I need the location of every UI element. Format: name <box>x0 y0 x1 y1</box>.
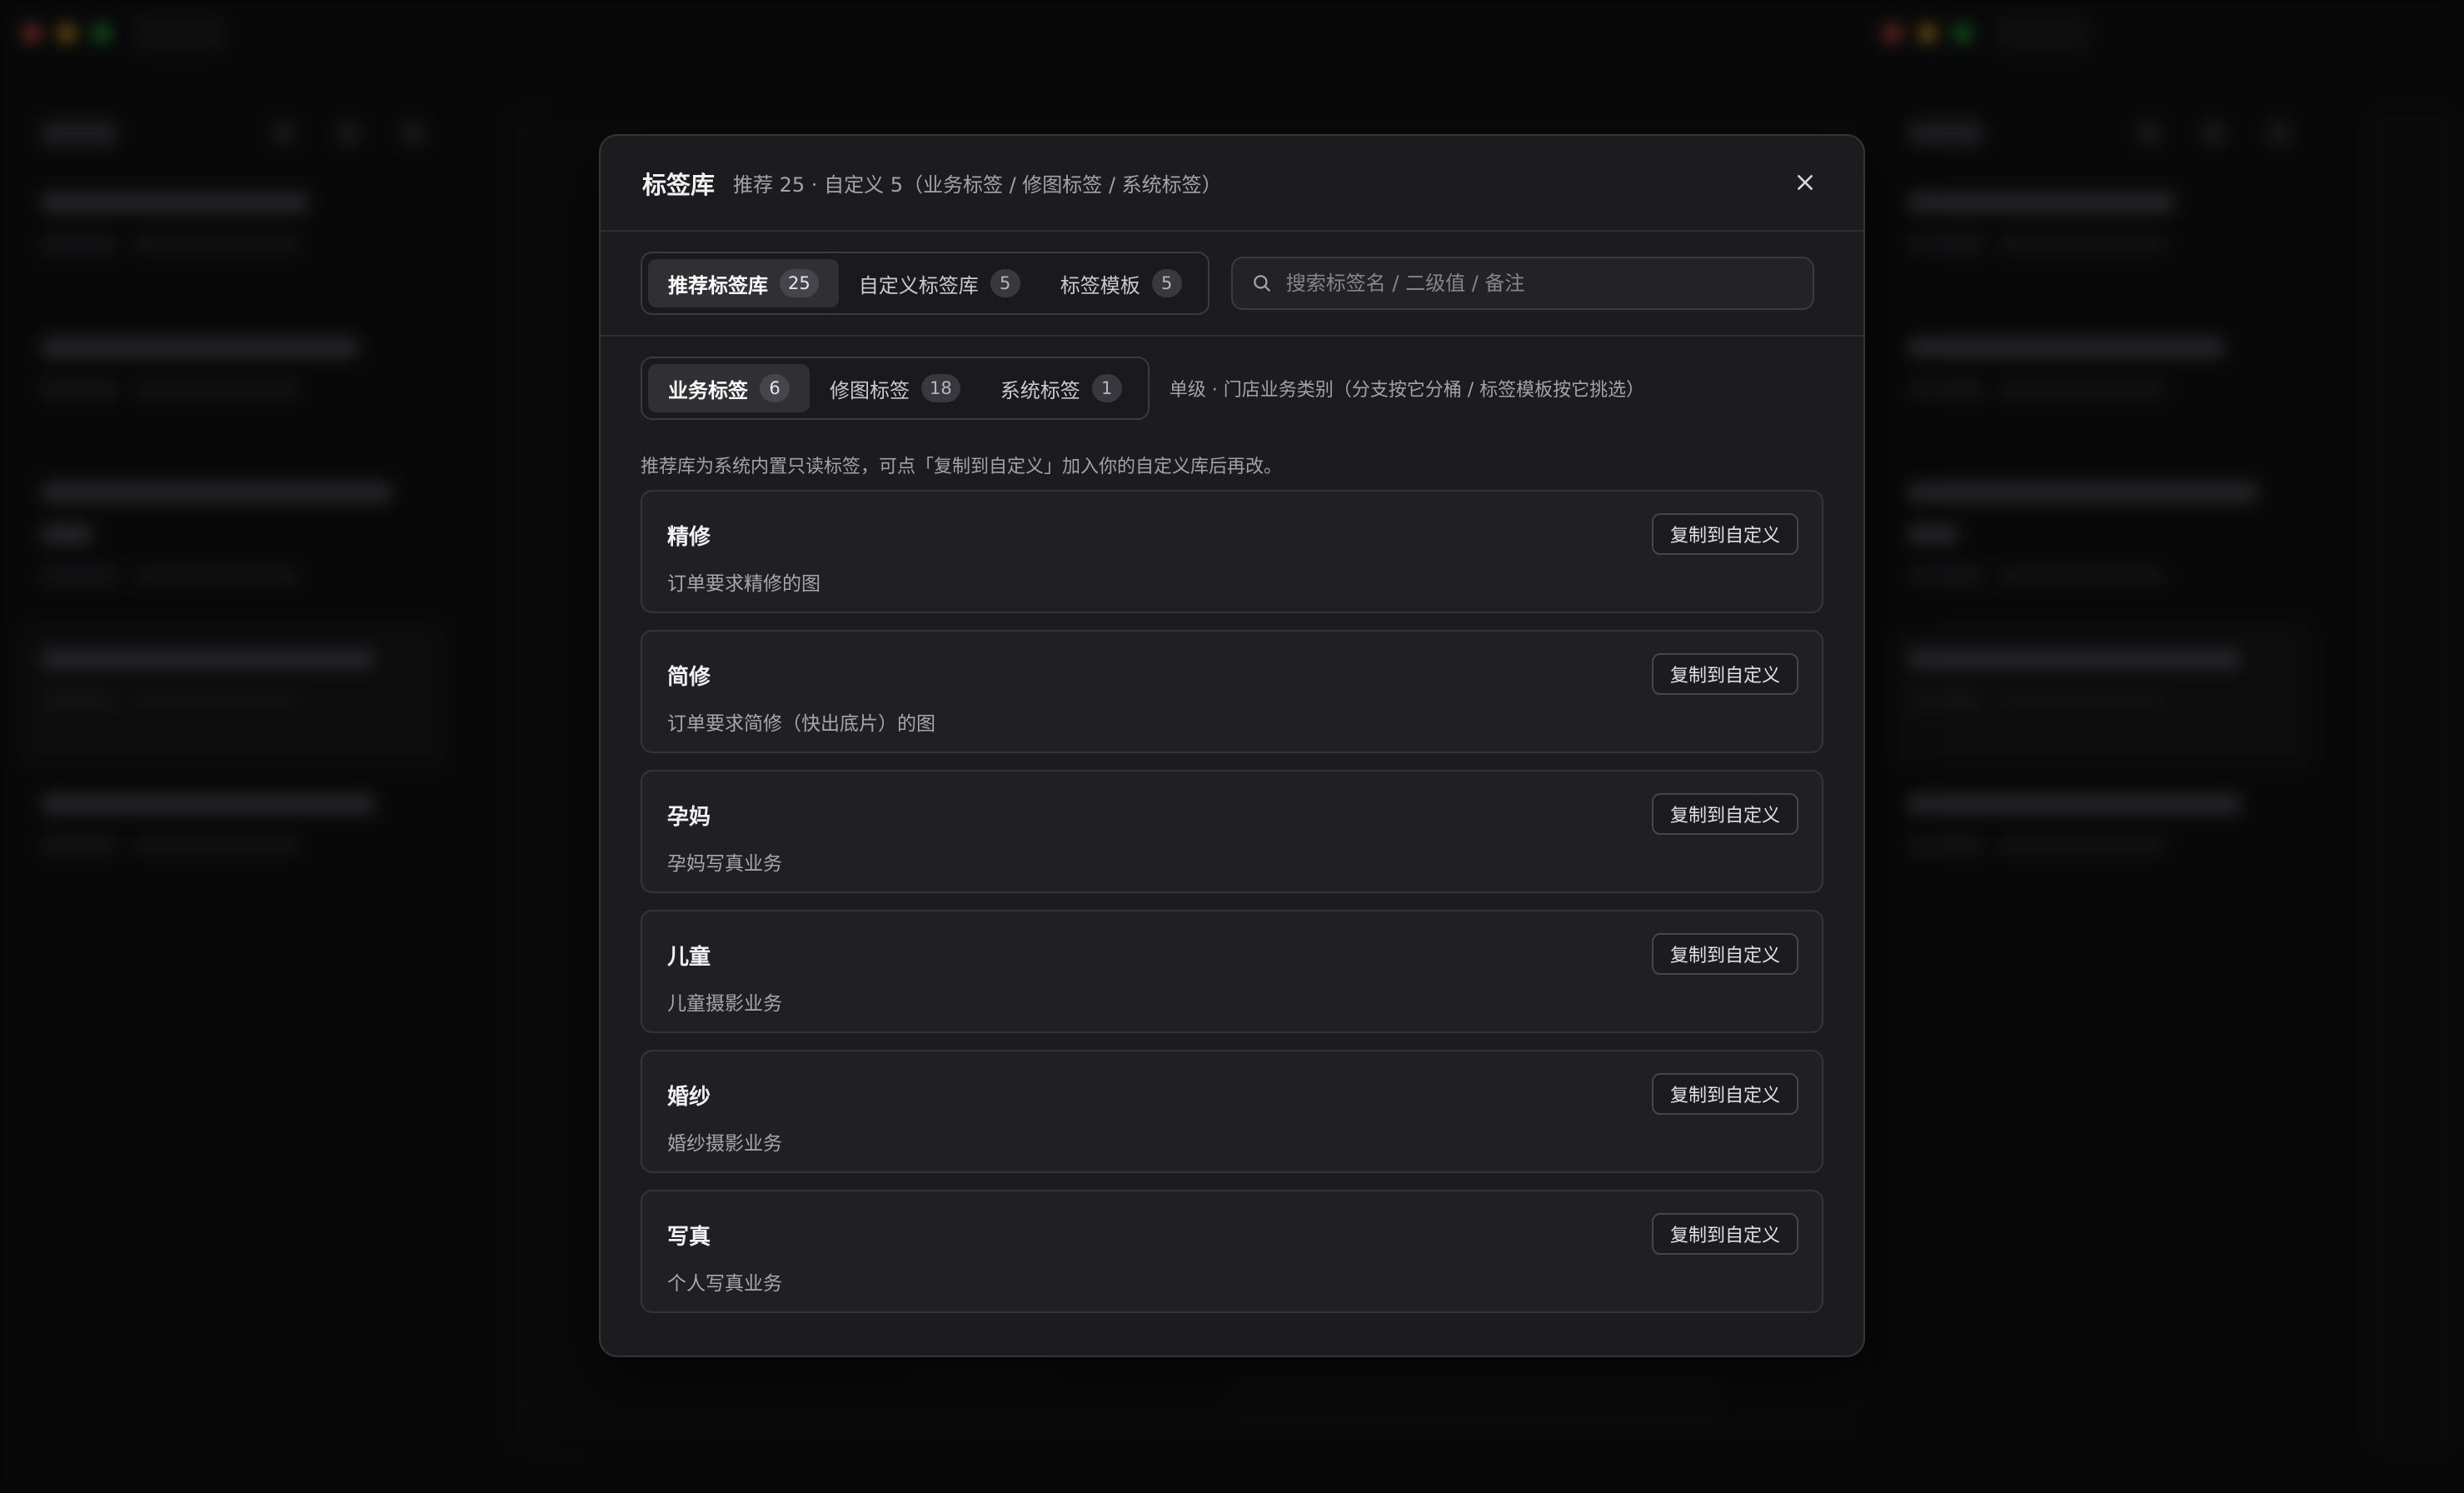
copy-to-custom-button[interactable]: 复制到自定义 <box>1651 1213 1798 1255</box>
count-badge: 6 <box>760 374 790 402</box>
tab-label: 标签模板 <box>1060 273 1140 297</box>
tag-card: 孕妈 孕妈写真业务 复制到自定义 <box>641 770 1823 893</box>
copy-to-custom-button[interactable]: 复制到自定义 <box>1651 513 1798 555</box>
modal-title: 标签库 <box>642 170 716 199</box>
tag-name: 写真 <box>667 1225 711 1250</box>
tab-tag-templates[interactable]: 标签模板 5 <box>1040 259 1202 307</box>
count-badge: 5 <box>1151 269 1182 297</box>
tag-name: 儿童 <box>667 945 711 970</box>
tag-card: 精修 订单要求精修的图 复制到自定义 <box>641 490 1823 613</box>
tab-label: 系统标签 <box>1000 378 1080 402</box>
tag-description: 儿童摄影业务 <box>667 993 782 1015</box>
search-box[interactable] <box>1230 257 1814 310</box>
tag-description: 婚纱摄影业务 <box>667 1133 782 1155</box>
count-badge: 18 <box>921 374 960 402</box>
tag-name: 婚纱 <box>667 1085 711 1110</box>
tab-retouch-tags[interactable]: 修图标签 18 <box>810 364 980 412</box>
tag-list: 精修 订单要求精修的图 复制到自定义 简修 订单要求简修（快出底片）的图 复制到… <box>601 490 1863 1313</box>
copy-to-custom-button[interactable]: 复制到自定义 <box>1651 933 1798 975</box>
tag-name: 精修 <box>667 525 711 550</box>
tab-custom-library[interactable]: 自定义标签库 5 <box>839 259 1040 307</box>
modal-subtitle: 推荐 25 · 自定义 5（业务标签 / 修图标签 / 系统标签） <box>733 173 1222 197</box>
tag-description: 订单要求精修的图 <box>667 573 821 595</box>
tag-description: 订单要求简修（快出底片）的图 <box>667 713 935 735</box>
tab-business-tags[interactable]: 业务标签 6 <box>648 364 810 412</box>
tab-label: 自定义标签库 <box>858 273 979 297</box>
library-toolbar: 推荐标签库 25 自定义标签库 5 标签模板 5 <box>601 232 1863 337</box>
tab-label: 修图标签 <box>830 378 910 402</box>
tag-description: 个人写真业务 <box>667 1273 782 1295</box>
modal-header: 标签库 推荐 25 · 自定义 5（业务标签 / 修图标签 / 系统标签） <box>601 136 1863 232</box>
count-badge: 25 <box>780 269 819 297</box>
tag-name: 简修 <box>667 665 711 690</box>
readonly-note: 推荐库为系统内置只读标签，可点「复制到自定义」加入你的自定义库后再改。 <box>641 457 1283 477</box>
tag-name: 孕妈 <box>667 805 711 830</box>
tag-card: 婚纱 婚纱摄影业务 复制到自定义 <box>641 1050 1823 1173</box>
count-badge: 5 <box>990 269 1020 297</box>
copy-to-custom-button[interactable]: 复制到自定义 <box>1651 793 1798 835</box>
tab-label: 推荐标签库 <box>668 273 768 297</box>
search-icon <box>1253 275 1270 292</box>
tag-description: 孕妈写真业务 <box>667 853 782 875</box>
tab-recommended-library[interactable]: 推荐标签库 25 <box>648 259 839 307</box>
category-toolbar: 业务标签 6 修图标签 18 系统标签 1 单级 · 门店业务类别（分支按它分桶… <box>601 337 1863 423</box>
tab-label: 业务标签 <box>668 378 748 402</box>
tag-card: 儿童 儿童摄影业务 复制到自定义 <box>641 910 1823 1033</box>
category-tab-group: 业务标签 6 修图标签 18 系统标签 1 <box>641 357 1150 420</box>
copy-to-custom-button[interactable]: 复制到自定义 <box>1651 653 1798 695</box>
tab-system-tags[interactable]: 系统标签 1 <box>980 364 1142 412</box>
count-badge: 1 <box>1091 374 1122 402</box>
search-input[interactable] <box>1285 272 1794 295</box>
tag-card: 写真 个人写真业务 复制到自定义 <box>641 1190 1823 1313</box>
tag-card: 简修 订单要求简修（快出底片）的图 复制到自定义 <box>641 630 1823 753</box>
close-button[interactable] <box>1788 166 1822 199</box>
library-tab-group: 推荐标签库 25 自定义标签库 5 标签模板 5 <box>641 252 1210 315</box>
close-icon <box>1798 175 1813 190</box>
category-hint: 单级 · 门店业务类别（分支按它分桶 / 标签模板按它挑选） <box>1169 380 1645 401</box>
copy-to-custom-button[interactable]: 复制到自定义 <box>1651 1073 1798 1115</box>
tag-library-modal: 标签库 推荐 25 · 自定义 5（业务标签 / 修图标签 / 系统标签） 推荐… <box>599 134 1865 1357</box>
